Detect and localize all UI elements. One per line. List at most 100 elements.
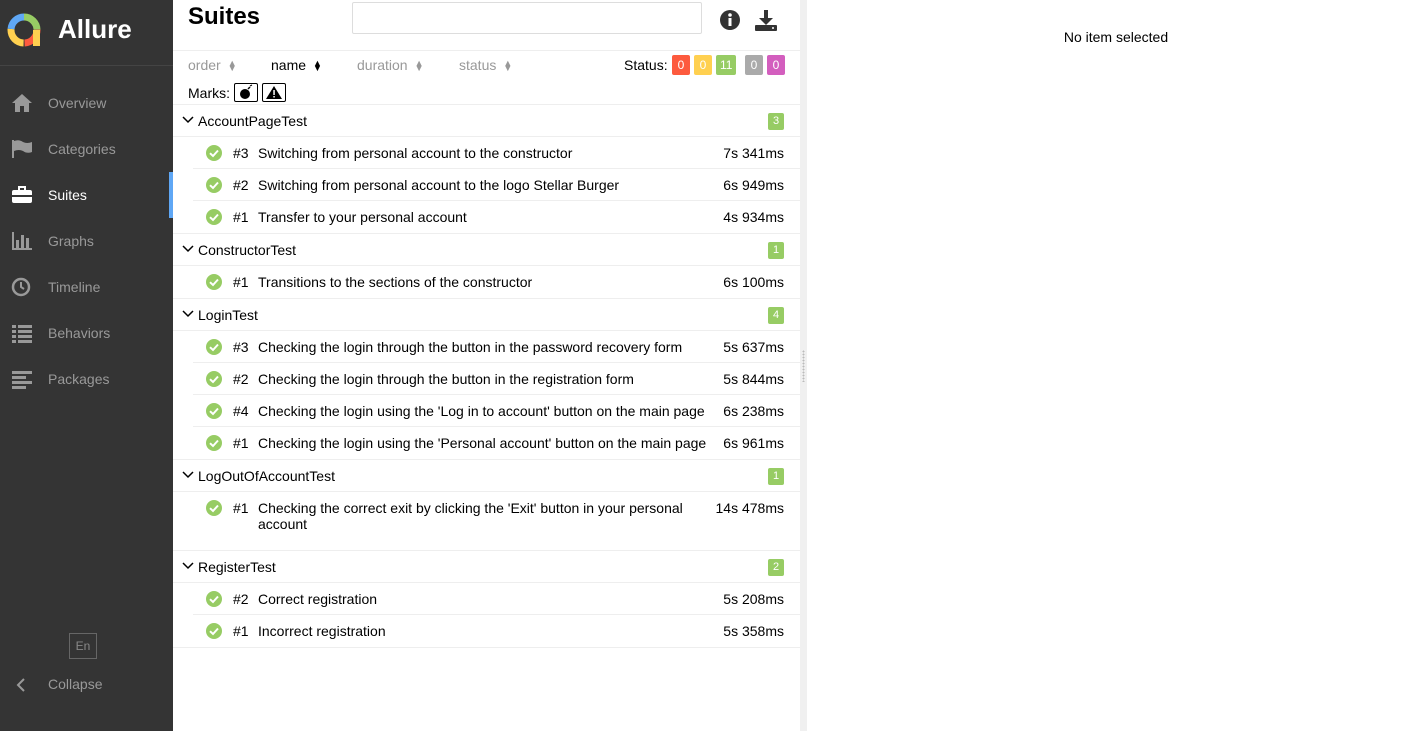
sidebar-item-categories[interactable]: Categories <box>0 126 173 172</box>
test-row[interactable]: #3 Checking the login through the button … <box>193 331 800 363</box>
test-row[interactable]: #1 Transitions to the sections of the con… <box>193 266 800 298</box>
test-duration: 5s 358ms <box>723 623 784 639</box>
passed-check-icon <box>206 339 222 355</box>
suite-count-badge: 1 <box>768 468 784 485</box>
suite-header[interactable]: LogOutOfAccountTest 1 <box>173 460 800 492</box>
passed-check-icon <box>206 145 222 161</box>
test-name: Correct registration <box>258 591 378 607</box>
language-selector[interactable]: En <box>69 633 97 659</box>
allure-report-app: Allure Overview Categories Suites Graphs <box>0 0 1425 731</box>
passed-check-icon <box>206 209 222 225</box>
status-filter-failed[interactable]: 0 <box>672 55 690 75</box>
suite-header[interactable]: ConstructorTest 1 <box>173 234 800 266</box>
sidebar-item-suites[interactable]: Suites <box>0 172 173 218</box>
collapse-label: Collapse <box>48 676 103 692</box>
sidebar-item-overview[interactable]: Overview <box>0 80 173 126</box>
sidebar-item-graphs[interactable]: Graphs <box>0 218 173 264</box>
status-filter-unknown[interactable]: 0 <box>767 55 785 75</box>
sidebar-item-label: Categories <box>48 141 116 157</box>
status-filter-broken[interactable]: 0 <box>694 55 712 75</box>
chevron-down-icon <box>182 310 194 318</box>
suite-header[interactable]: AccountPageTest 3 <box>173 105 800 137</box>
sidebar-item-label: Suites <box>48 187 87 203</box>
info-icon[interactable] <box>719 9 741 31</box>
suite-name: RegisterTest <box>198 559 276 575</box>
suites-pane: Suites order ▲ ▼ name ▲ ▼ duration ▲ ▼ status ▲… <box>173 0 800 731</box>
passed-check-icon <box>206 371 222 387</box>
suite-name: AccountPageTest <box>198 113 307 129</box>
test-row[interactable]: #1 Checking the login using the 'Personal… <box>193 427 800 459</box>
sort-icon: ▲ ▼ <box>503 58 513 74</box>
suite-header[interactable]: LoginTest 4 <box>173 299 800 331</box>
passed-check-icon <box>206 403 222 419</box>
sidebar-nav: Overview Categories Suites Graphs Timeli… <box>0 80 173 402</box>
test-name: Checking the login through the button in… <box>258 371 634 387</box>
suite-header[interactable]: RegisterTest 2 <box>173 551 800 583</box>
no-item-selected-text: No item selected <box>1063 29 1169 45</box>
test-order-number: #1 <box>233 435 249 451</box>
flaky-mark-toggle[interactable] <box>234 83 258 102</box>
status-filter-passed[interactable]: 11 <box>716 55 737 75</box>
test-duration: 6s 100ms <box>723 274 784 290</box>
sidebar-item-label: Packages <box>48 371 110 387</box>
sidebar-item-packages[interactable]: Packages <box>0 356 173 402</box>
suite-name: LoginTest <box>198 307 258 323</box>
chevron-down-icon <box>182 471 194 479</box>
suite-group: ConstructorTest 1 #1 Transitions to the sec… <box>173 234 800 299</box>
test-row[interactable]: #3 Switching from personal account to the… <box>193 137 800 169</box>
allure-logo-icon <box>7 13 41 47</box>
new-failed-mark-toggle[interactable] <box>262 83 286 102</box>
sort-by-status[interactable]: status ▲ ▼ <box>459 57 512 73</box>
test-row[interactable]: #2 Checking the login through the button … <box>193 363 800 395</box>
passed-check-icon <box>206 623 222 639</box>
test-row[interactable]: #4 Checking the login using the 'Log in t… <box>193 395 800 427</box>
tree-toolbar: order ▲ ▼ name ▲ ▼ duration ▲ ▼ status ▲ ▼ Statu… <box>173 50 800 105</box>
suite-group: AccountPageTest 3 #3 Switching from persona… <box>173 105 800 234</box>
test-order-number: #2 <box>233 177 249 193</box>
test-name: Checking the correct exit by clicking th… <box>258 500 683 532</box>
chevron-down-icon <box>182 562 194 570</box>
test-order-number: #1 <box>233 209 249 225</box>
test-row[interactable]: #2 Switching from personal account to the… <box>193 169 800 201</box>
test-name: Incorrect registration <box>258 623 386 639</box>
test-order-number: #4 <box>233 403 249 419</box>
collapse-button[interactable]: Collapse <box>0 672 173 698</box>
sidebar-item-behaviors[interactable]: Behaviors <box>0 310 173 356</box>
sort-label: name <box>271 57 307 73</box>
sort-icon: ▲ ▼ <box>227 58 237 74</box>
sort-label: order <box>188 57 221 73</box>
suite-group: RegisterTest 2 #2 Correct registration 5s 20… <box>173 551 800 648</box>
sidebar-item-label: Timeline <box>48 279 101 295</box>
suite-name: ConstructorTest <box>198 242 297 258</box>
sort-by-order[interactable]: order ▲ ▼ <box>188 57 237 73</box>
chevron-down-icon <box>182 116 194 124</box>
test-duration: 6s 949ms <box>723 177 784 193</box>
test-row[interactable]: #2 Correct registration 5s 208ms <box>193 583 800 615</box>
sidebar-item-label: Overview <box>48 95 107 111</box>
status-filter-skipped[interactable]: 0 <box>745 55 763 75</box>
test-detail-pane: No item selected <box>807 0 1425 731</box>
sort-label: duration <box>357 57 408 73</box>
marks-label: Marks: <box>188 85 230 101</box>
passed-check-icon <box>206 591 222 607</box>
search-input[interactable] <box>352 2 702 34</box>
test-name: Switching from personal account to the l… <box>258 177 620 193</box>
passed-check-icon <box>206 435 222 451</box>
suite-count-badge: 4 <box>768 307 784 324</box>
download-icon[interactable] <box>754 8 778 32</box>
grip-icon <box>802 350 805 382</box>
test-name: Checking the login using the 'Personal a… <box>258 435 707 451</box>
pane-resize-handle[interactable] <box>800 0 807 731</box>
brand[interactable]: Allure <box>0 0 173 66</box>
sort-by-duration[interactable]: duration ▲ ▼ <box>357 57 424 73</box>
sidebar-item-timeline[interactable]: Timeline <box>0 264 173 310</box>
test-row[interactable]: #1 Incorrect registration 5s 358ms <box>193 615 800 647</box>
passed-check-icon <box>206 500 222 516</box>
test-duration: 7s 341ms <box>723 145 784 161</box>
briefcase-icon <box>12 186 32 203</box>
brand-name: Allure <box>58 14 132 44</box>
test-duration: 14s 478ms <box>715 500 784 516</box>
test-row[interactable]: #1 Transfer to your personal account 4s 93… <box>193 201 800 233</box>
sort-by-name[interactable]: name ▲ ▼ <box>271 57 322 73</box>
test-row[interactable]: #1 Checking the correct exit by clicking … <box>193 492 800 550</box>
